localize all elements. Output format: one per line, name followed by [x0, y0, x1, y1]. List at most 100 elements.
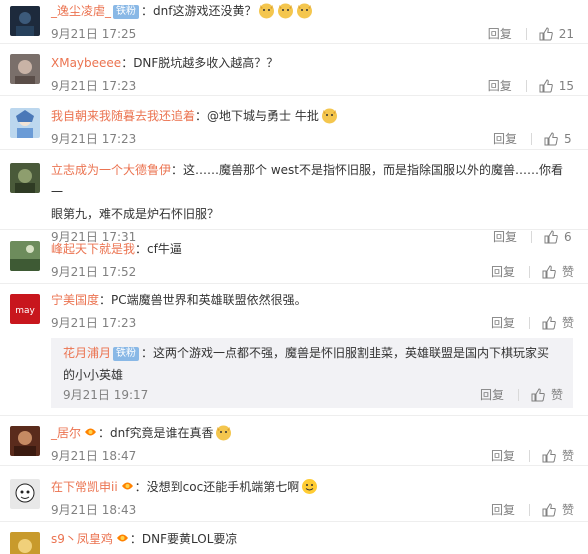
avatar[interactable] [10, 426, 40, 456]
username-link[interactable]: 在下常凯申ii [51, 480, 118, 494]
comment-text: ：PC端魔兽世界和英雄联盟依然很强。 [99, 293, 307, 307]
dog-emoji-icon [216, 425, 232, 441]
comment-item: 峰起天下就是我：cf牛逼 9月21日 17:52 回复 赞 [0, 230, 588, 284]
reply-button[interactable]: 回复 [488, 77, 512, 95]
comment-time: 9月21日 17:25 [51, 27, 137, 41]
thumbs-up-icon [539, 79, 553, 93]
like-button[interactable]: 赞 [542, 447, 574, 465]
like-button[interactable]: 15 [539, 77, 574, 95]
divider [525, 28, 527, 40]
reply-button[interactable]: 回复 [491, 447, 515, 465]
comment-time: 9月21日 17:23 [51, 132, 137, 146]
like-count: 赞 [561, 503, 574, 517]
avatar[interactable] [10, 54, 40, 84]
comment-text: ：没想到coc还能手机端第七啊 [134, 480, 300, 494]
comment-item: _居尔 ：dnf究竟是谁在真香 9月21日 18:47 回复 赞 [0, 416, 588, 466]
comment-item: 我自朝来我随暮去我还追着：@地下城与勇士 牛批 9月21日 17:23 回复 5 [0, 96, 588, 150]
comment-text-continued: 眼第九，难不成是炉石怀旧服？ [51, 207, 220, 221]
vip-icon [116, 534, 128, 542]
vip-icon [121, 482, 133, 490]
reply-button[interactable]: 回复 [491, 501, 515, 519]
username-link[interactable]: s9丶凤皇鸡 [51, 532, 113, 546]
divider [528, 266, 530, 278]
dog-emoji-icon [278, 3, 294, 19]
comment-text: ：dnf究竟是谁在真香 [98, 426, 214, 440]
thumbs-up-icon [542, 316, 556, 330]
thumbs-up-icon [542, 449, 556, 463]
like-button[interactable]: 赞 [542, 314, 574, 332]
divider [528, 450, 530, 462]
like-button[interactable]: 5 [544, 130, 574, 148]
divider [531, 133, 532, 145]
like-count: 15 [558, 79, 574, 93]
fan-badge: 铁粉 [113, 5, 140, 19]
like-count: 5 [564, 132, 572, 146]
like-count: 赞 [561, 449, 574, 463]
comment-text: ：cf牛逼 [135, 242, 182, 256]
avatar[interactable] [10, 163, 40, 193]
username-link[interactable]: 我自朝来我随暮去我还追着 [51, 109, 195, 123]
username-link[interactable]: 花月浦月 [63, 346, 111, 360]
comment-item: 在下常凯申ii ：没想到coc还能手机端第七啊 9月21日 18:43 回复 赞 [0, 466, 588, 522]
username-link[interactable]: 峰起天下就是我 [51, 242, 135, 256]
username-link[interactable]: 宁美国度 [51, 293, 99, 307]
avatar[interactable] [10, 241, 40, 271]
dog-emoji-icon [259, 3, 275, 19]
reply-button[interactable]: 回复 [488, 25, 512, 43]
divider [517, 389, 519, 401]
divider [525, 80, 527, 92]
avatar[interactable] [10, 532, 40, 554]
dog-emoji-icon [297, 3, 313, 19]
comment-time: 9月21日 17:52 [51, 265, 137, 279]
like-count: 21 [558, 27, 574, 41]
comment-time: 9月21日 18:47 [51, 449, 137, 463]
comment-time: 9月21日 19:17 [63, 388, 149, 402]
fan-badge: 铁粉 [113, 347, 140, 361]
like-count: 赞 [561, 316, 574, 330]
reply-button[interactable]: 回复 [491, 314, 515, 332]
avatar-logo-text: may [15, 306, 35, 316]
comment-item: may 宁美国度：PC端魔兽世界和英雄联盟依然很强。 9月21日 17:23 回… [0, 284, 588, 416]
like-button[interactable]: 赞 [531, 386, 563, 404]
dog-emoji-icon [321, 108, 337, 124]
comment-time: 9月21日 18:43 [51, 503, 137, 517]
thumbs-up-icon [544, 132, 558, 146]
reply-button[interactable]: 回复 [491, 263, 515, 281]
comment-text: ：dnf这游戏还没黄？ [141, 4, 257, 18]
username-link[interactable]: _居尔 [51, 426, 81, 440]
comment-text-continued: 的小小英雄 [63, 368, 124, 382]
comment-time: 9月21日 17:23 [51, 316, 137, 330]
sub-reply: 花月浦月 铁粉 ：这两个游戏一点都不强，魔兽是怀旧服割韭菜，英雄联盟是国内下棋玩家买… [51, 338, 573, 408]
username-link[interactable]: _逸尘凌虐_ [51, 4, 111, 18]
comment-time: 9月21日 17:23 [51, 79, 137, 93]
comment-item: _逸尘凌虐_ 铁粉 ：dnf这游戏还没黄？ 9月21日 17:25 回复 21 [0, 0, 588, 44]
avatar[interactable] [10, 479, 40, 509]
comment-item: s9丶凤皇鸡 ：DNF要黄LOL要凉 [0, 522, 588, 554]
like-button[interactable]: 21 [539, 25, 574, 43]
like-button[interactable]: 赞 [542, 501, 574, 519]
avatar[interactable] [10, 108, 40, 138]
thumbs-up-icon [531, 388, 545, 402]
like-button[interactable]: 赞 [542, 263, 574, 281]
like-count: 赞 [561, 265, 574, 279]
thumbs-up-icon [539, 27, 553, 41]
comment-text: ：DNF脱坑越多收入越高？？ [121, 56, 279, 70]
username-link[interactable]: XMaybeeee [51, 56, 121, 70]
comment-item: XMaybeeee：DNF脱坑越多收入越高？？ 9月21日 17:23 回复 1… [0, 44, 588, 96]
divider [528, 317, 530, 329]
comment-text: ：DNF要黄LOL要凉 [129, 532, 238, 546]
reply-button[interactable]: 回复 [493, 130, 517, 148]
avatar[interactable]: may [10, 294, 40, 324]
smile-emoji-icon [302, 479, 318, 494]
divider [528, 504, 530, 516]
reply-button[interactable]: 回复 [480, 386, 504, 404]
thumbs-up-icon [542, 265, 556, 279]
comment-text: ：@地下城与勇士 牛批 [195, 109, 319, 123]
like-count: 赞 [550, 388, 563, 402]
comment-item: 立志成为一个大德鲁伊：这……魔兽那个 west不是指怀旧服，而是指除国服以外的魔… [0, 150, 588, 244]
comment-text: ：这两个游戏一点都不强，魔兽是怀旧服割韭菜，英雄联盟是国内下棋玩家买 [141, 346, 550, 360]
vip-icon [85, 428, 97, 436]
thumbs-up-icon [542, 503, 556, 517]
username-link[interactable]: 立志成为一个大德鲁伊 [51, 163, 171, 177]
avatar[interactable] [10, 6, 40, 36]
